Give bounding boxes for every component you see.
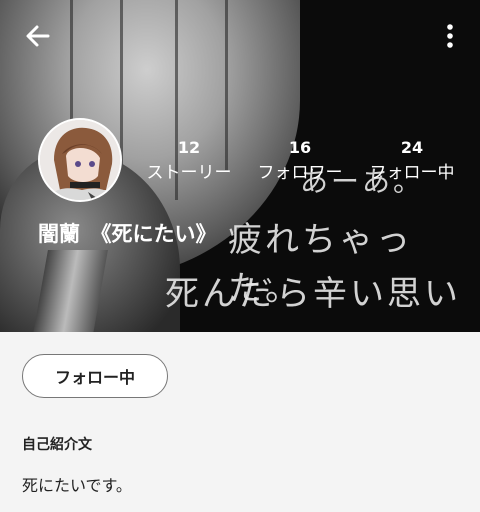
bio-heading: 自己紹介文 bbox=[22, 437, 92, 453]
profile-header-image: あーあ。 疲れちゃった。 死んだら辛い思い 12 ストーリー 16 フォロワー … bbox=[0, 0, 480, 332]
stat-followers-label: フォロワー bbox=[257, 163, 343, 183]
stat-stories-label: ストーリー bbox=[146, 163, 232, 183]
arrow-left-icon[interactable] bbox=[22, 20, 54, 52]
bio-text: 死にたいです。 bbox=[22, 476, 132, 495]
avatar-illustration bbox=[40, 120, 120, 200]
avatar[interactable] bbox=[38, 118, 122, 202]
vertical-dots-icon[interactable] bbox=[438, 20, 462, 52]
stat-followers[interactable]: 16 フォロワー bbox=[255, 138, 345, 186]
stat-following-label: フォロー中 bbox=[369, 163, 455, 183]
stat-following[interactable]: 24 フォロー中 bbox=[366, 138, 458, 186]
overlay-text-line3: 死んだら辛い思い bbox=[165, 274, 461, 314]
stat-followers-count: 16 bbox=[288, 138, 312, 157]
profile-screen: あーあ。 疲れちゃった。 死んだら辛い思い 12 ストーリー 16 フォロワー … bbox=[0, 0, 480, 512]
profile-username: 闇蘭 《死にたい》 bbox=[38, 222, 217, 246]
following-button[interactable]: フォロー中 bbox=[22, 354, 168, 398]
stat-following-count: 24 bbox=[400, 138, 424, 157]
stat-stories[interactable]: 12 ストーリー bbox=[146, 138, 232, 186]
profile-details-panel: フォロー中 自己紹介文 死にたいです。 bbox=[0, 332, 480, 512]
stat-stories-count: 12 bbox=[177, 138, 201, 157]
